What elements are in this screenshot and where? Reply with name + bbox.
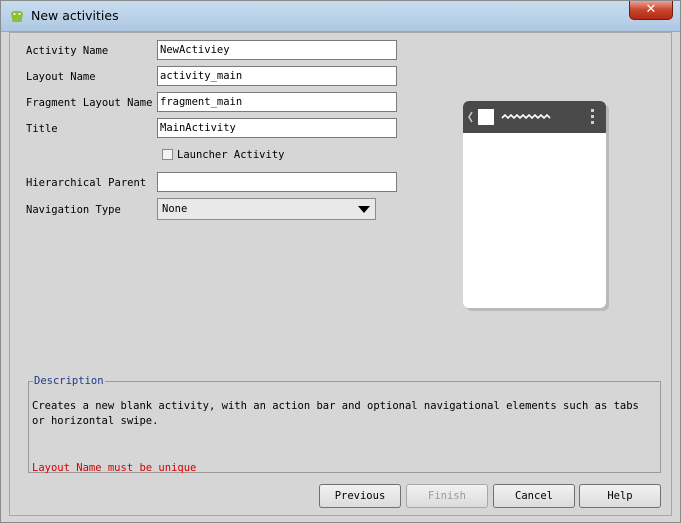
action-bar-icons — [468, 109, 594, 125]
new-activities-dialog: New activities ✕ Activity Name NewActivi… — [0, 0, 681, 523]
title-label: Title — [26, 123, 58, 135]
app-logo-icon — [478, 109, 494, 125]
description-text: Creates a new blank activity, with an ac… — [32, 400, 639, 427]
layout-name-label: Layout Name — [26, 71, 96, 83]
help-button[interactable]: Help — [579, 484, 661, 508]
hierarchical-parent-input[interactable] — [157, 172, 397, 192]
overflow-menu-icon — [591, 109, 594, 124]
up-caret-icon — [468, 111, 473, 123]
title-placeholder-icon — [501, 113, 551, 120]
hierarchical-parent-label: Hierarchical Parent — [26, 177, 147, 189]
close-button[interactable]: ✕ — [629, 1, 673, 20]
android-icon — [11, 11, 23, 22]
error-message: Layout Name must be unique — [32, 462, 197, 474]
dialog-content: Activity Name NewActiviey Layout Name ac… — [9, 32, 672, 516]
activity-name-input[interactable]: NewActiviey — [157, 40, 397, 60]
launcher-activity-label[interactable]: Launcher Activity — [177, 149, 284, 161]
activity-name-label: Activity Name — [26, 45, 109, 57]
layout-preview-device — [463, 101, 606, 308]
layout-name-input[interactable]: activity_main — [157, 66, 397, 86]
fragment-layout-name-input[interactable]: fragment_main — [157, 92, 397, 112]
chevron-down-icon — [358, 206, 370, 213]
navigation-type-label: Navigation Type — [26, 204, 121, 216]
previous-button[interactable]: Previous — [319, 484, 401, 508]
fragment-layout-name-label: Fragment Layout Name — [26, 97, 153, 109]
navigation-type-select[interactable]: None — [157, 198, 376, 220]
description-legend: Description — [34, 375, 104, 387]
cancel-button[interactable]: Cancel — [493, 484, 575, 508]
preview-action-bar — [463, 101, 606, 133]
finish-button[interactable]: Finish — [406, 484, 488, 508]
title-bar[interactable]: New activities ✕ — [1, 1, 680, 32]
title-input[interactable]: MainActivity — [157, 118, 397, 138]
window-title: New activities — [31, 8, 119, 23]
launcher-activity-checkbox[interactable] — [162, 149, 173, 160]
description-group: Description Creates a new blank activity… — [28, 375, 661, 474]
navigation-type-value: None — [162, 203, 188, 215]
